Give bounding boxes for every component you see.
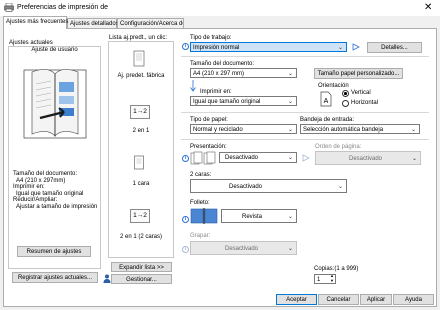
summary-button[interactable]: Resumen de ajustes [17, 246, 91, 257]
chevron-down-icon: ⌄ [287, 214, 293, 220]
two-in-one-icon[interactable]: 1→2 [130, 105, 150, 119]
print-on-select[interactable]: Igual que tamaño original ⌄ [190, 96, 297, 106]
presentation-label: Presentación: [190, 144, 227, 150]
booklet-label: Folleto: [190, 200, 210, 206]
portrait-page-icon: A [320, 91, 332, 107]
divider [181, 56, 429, 57]
page-order-value: Desactivado [349, 156, 383, 162]
settings-summary: Tamaño del documento: A4 (210 x 297mm) I… [13, 171, 99, 211]
user-icon [103, 274, 111, 283]
divider [181, 139, 429, 140]
cancel-button[interactable]: Cancelar [318, 294, 359, 305]
job-type-select[interactable]: Impresión normal ⌄ [190, 42, 347, 52]
orientation-label: Orientación [318, 83, 349, 89]
document-size-select[interactable]: A4 (210 x 297 mm) ⌄ [190, 68, 297, 78]
info-icon: i [182, 216, 189, 223]
summary-line: A4 (210 x 297mm) [16, 177, 66, 184]
title-bar: Preferencias de impresión de ✕ [0, 0, 440, 16]
chevron-down-icon: ⌄ [287, 127, 293, 133]
paper-type-value: Normal y reciclado [193, 126, 243, 133]
tab-bar: Ajustes más frecuentes Ajustes detallado… [0, 16, 440, 29]
close-icon[interactable]: ✕ [424, 2, 432, 13]
summary-line: Reducir/Ampliar: [13, 197, 58, 204]
factory-default-icon[interactable] [132, 50, 146, 68]
stapler-select: Desactivado ⌄ [190, 241, 297, 255]
divider [181, 112, 429, 113]
spinner-arrows-icon[interactable]: ▲ ▼ [330, 273, 334, 283]
custom-paper-size-button[interactable]: Tamaño papel personalizado... [314, 68, 403, 79]
preset-factory-default[interactable]: Aj. predet. fábrica [108, 73, 174, 79]
paper-type-label: Tipo de papel: [190, 117, 228, 123]
play-arrow-icon [352, 43, 360, 51]
document-size-label: Tamaño del documento: [190, 61, 255, 67]
presentation-select[interactable]: Desactivado ⌄ [219, 152, 297, 163]
svg-text:A: A [324, 98, 329, 105]
orientation-portrait-label: Vertical [351, 90, 371, 96]
print-on-label: Imprimir en: [200, 89, 232, 95]
booklet-value: Revista [242, 214, 263, 220]
two-in-one-duplex-icon[interactable]: 1→2 [130, 209, 150, 223]
presentation-pages-icon [190, 151, 216, 165]
expand-list-button[interactable]: Expandir lista >> [111, 262, 172, 272]
info-icon: i [182, 155, 189, 162]
print-on-value: Igual que tamaño original [193, 98, 261, 105]
window-title: Preferencias de impresión de [17, 4, 109, 11]
summary-line: Ajustar a tamaño de impresión [16, 203, 98, 210]
tab-frequent-settings[interactable]: Ajustes más frecuentes [3, 16, 68, 29]
document-size-value: A4 (210 x 297 mm) [193, 70, 245, 77]
printer-icon [4, 3, 14, 12]
chevron-down-icon: ⌄ [287, 246, 293, 252]
orientation-landscape-label: Horizontal [351, 100, 379, 106]
play-arrow-icon [302, 154, 310, 162]
page-order-label: Orden de página: [315, 144, 362, 150]
summary-line: Igual que tamaño original [16, 190, 84, 197]
two-sided-value: Desactivado [229, 184, 263, 190]
summary-line: Tamaño del documento: [13, 171, 78, 177]
paper-type-select[interactable]: Normal y reciclado ⌄ [190, 124, 297, 134]
chevron-down-icon: ⌄ [287, 99, 293, 105]
two-sided-select[interactable]: Desactivado ⌄ [190, 179, 347, 193]
copies-value: 1 [317, 276, 321, 283]
booklet-select[interactable]: Revista ⌄ [221, 209, 297, 223]
chevron-down-icon: ⌄ [411, 156, 417, 162]
register-settings-button[interactable]: Registrar ajustes actuales... [12, 272, 98, 283]
one-sided-icon[interactable] [133, 155, 145, 171]
accept-button[interactable]: Aceptar [276, 294, 317, 305]
document-preview-image [23, 69, 87, 139]
copies-label: Copias:(1 a 999) [314, 266, 359, 272]
chevron-down-icon: ⌄ [337, 45, 343, 51]
booklet-icon [190, 208, 218, 224]
input-tray-select[interactable]: Selección automática bandeja ⌄ [300, 124, 420, 134]
help-button[interactable]: Ayuda [393, 294, 434, 305]
stapler-value: Desactivado [225, 246, 259, 252]
presentation-value: Desactivado [225, 154, 259, 161]
preset-two-in-one[interactable]: 2 en 1 [108, 128, 174, 134]
chevron-down-icon: ⌄ [287, 155, 293, 161]
info-icon: i [182, 246, 189, 253]
chevron-down-icon: ⌄ [287, 71, 293, 77]
orientation-portrait-radio[interactable] [342, 90, 349, 97]
job-type-value: Impresión normal [193, 44, 240, 51]
input-tray-label: Bandeja de entrada: [300, 117, 355, 123]
manage-button[interactable]: Gestionar... [111, 274, 172, 284]
info-icon: i [182, 43, 189, 50]
chevron-down-icon: ⌄ [337, 184, 343, 190]
apply-button[interactable]: Aplicar [360, 294, 392, 305]
details-button[interactable]: Detalles... [367, 42, 422, 53]
summary-line: Imprimir en: [13, 184, 45, 191]
user-settings-label: Ajuste de usuario [31, 47, 78, 53]
orientation-landscape-radio[interactable] [342, 100, 349, 107]
page-order-select: Desactivado ⌄ [315, 151, 421, 165]
preset-two-in-one-duplex[interactable]: 2 en 1 (2 caras) [108, 234, 174, 240]
preset-one-sided[interactable]: 1 cara [108, 181, 174, 187]
copies-input[interactable]: 1 ▲ ▼ [314, 273, 336, 284]
two-sided-label: 2 caras: [190, 172, 212, 178]
stapler-label: Grapar: [190, 233, 211, 239]
input-tray-value: Selección automática bandeja [303, 126, 384, 133]
arrow-down-icon [190, 80, 196, 92]
chevron-down-icon: ⌄ [410, 127, 416, 133]
job-type-label: Tipo de trabajo: [190, 35, 232, 41]
